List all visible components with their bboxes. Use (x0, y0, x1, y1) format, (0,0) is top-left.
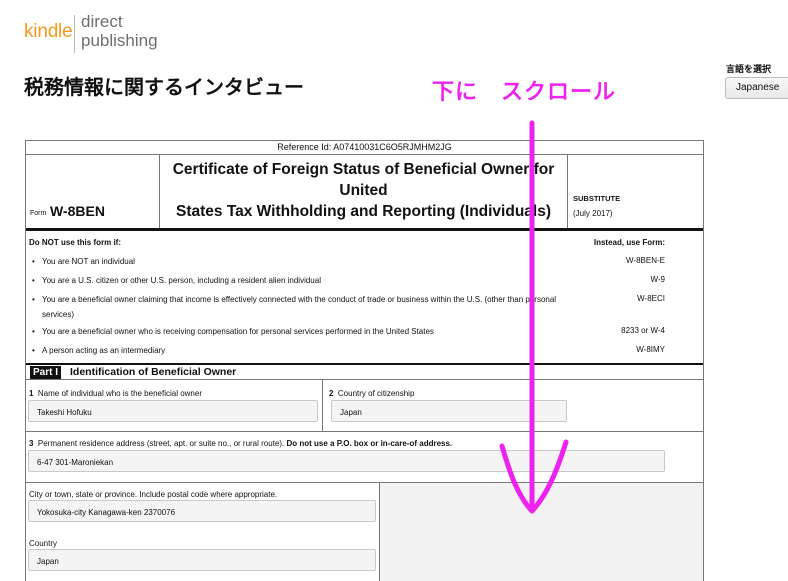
citizenship-input[interactable]: Japan (331, 400, 567, 422)
field-label-bold: Do not use a P.O. box or in-care-of addr… (286, 439, 453, 448)
logo-direct-text: direct (81, 12, 123, 31)
citizenship-cell: 2 Country of citizenship Japan (323, 380, 703, 432)
bullet-text: You are a beneficial owner who is receiv… (42, 327, 434, 336)
field-label-text: Permanent residence address (street, apt… (37, 439, 285, 448)
field-number: 1 (29, 389, 34, 398)
name-cell: 1 Name of individual who is the benefici… (26, 380, 323, 432)
part-title: Identification of Beneficial Owner (70, 366, 237, 378)
logo-kindle-text: kindle (24, 21, 73, 42)
page-title: 税務情報に関するインタビュー (24, 75, 304, 99)
bullet-text: You are a U.S. citizen or other U.S. per… (42, 276, 321, 285)
residence-country-label: Country (29, 539, 58, 548)
form-title: Certificate of Foreign Status of Benefic… (160, 155, 568, 228)
form-title-line: United (339, 182, 388, 199)
bullet-dot: • (32, 327, 35, 336)
form-prefix: Form (30, 210, 47, 217)
field-label-text: Country of citizenship (337, 389, 415, 398)
substitute-label: SUBSTITUTE (573, 194, 621, 203)
bullet-dot: • (32, 257, 35, 266)
name-input[interactable]: Takeshi Hofuku (28, 400, 318, 422)
list-item: • You are a U.S. citizen or other U.S. pe… (30, 273, 570, 288)
bullet-text: A person acting as an intermediary (42, 346, 166, 355)
bullet-text: You are a beneficial owner claiming that… (42, 295, 557, 319)
kdp-logo[interactable]: kindle direct publishing (24, 12, 174, 55)
alt-form: W-9 (650, 275, 665, 284)
empty-cell (380, 483, 703, 581)
address-cell: 3 Permanent residence address (street, a… (26, 432, 703, 483)
name-field-label: 1 Name of individual who is the benefici… (29, 389, 202, 398)
field-label-text: Name of individual who is the beneficial… (37, 389, 202, 398)
form-id-cell: Form W-8BEN (26, 155, 160, 228)
form-name: W-8BEN (50, 203, 105, 219)
part-badge: Part I (30, 366, 62, 379)
alt-form: W-8ECI (637, 294, 665, 303)
bullet-text: You are NOT an individual (42, 257, 135, 266)
form-title-line: Certificate of Foreign Status of Benefic… (172, 161, 555, 178)
logo-publishing-text: publishing (81, 31, 158, 50)
citizenship-field-label: 2 Country of citizenship (329, 389, 414, 398)
city-field-label: City or town, state or province. Include… (29, 490, 278, 499)
do-not-use-heading: Do NOT use this form if: (29, 238, 121, 247)
scroll-down-annotation: 下に スクロール (432, 80, 617, 105)
form-date: (July 2017) (573, 209, 613, 218)
form-title-line: States Tax Withholding and Reporting (In… (175, 203, 552, 220)
address-field-label: 3 Permanent residence address (street, a… (29, 439, 452, 448)
instead-use-heading: Instead, use Form: (593, 238, 665, 247)
w8ben-form: Reference Id: A07410031C6O5RJMHM2JG Form… (25, 140, 704, 581)
residence-country-input[interactable]: Japan (28, 549, 376, 571)
part-1-header: Part I Identification of Beneficial Owne… (26, 363, 703, 380)
bullet-dot: • (32, 295, 35, 304)
list-item: • A person acting as an intermediary (30, 343, 570, 358)
address-input[interactable]: 6-47 301-Maroniekan (28, 450, 665, 472)
alt-form: W-8IMY (636, 345, 665, 354)
reference-id: Reference Id: A07410031C6O5RJMHM2JG (26, 141, 703, 155)
list-item: • You are a beneficial owner claiming tha… (30, 292, 570, 322)
list-item: • You are a beneficial owner who is recei… (30, 324, 570, 339)
field-number: 2 (329, 389, 334, 398)
city-input[interactable]: Yokosuka-city Kanagawa-ken 2370076 (28, 500, 376, 522)
city-cell: City or town, state or province. Include… (26, 483, 380, 581)
logo-divider (74, 15, 75, 53)
language-label: 言語を選択 (726, 65, 772, 75)
field-number: 3 (29, 439, 34, 448)
bullet-dot: • (32, 276, 35, 285)
list-item: • You are NOT an individual (30, 254, 570, 269)
language-select[interactable]: Japanese (725, 77, 788, 99)
bullet-dot: • (32, 346, 35, 355)
header-divider (26, 228, 703, 231)
alt-form: W-8BEN-E (626, 256, 665, 265)
form-version-cell: SUBSTITUTE (July 2017) (568, 155, 703, 228)
alt-form: 8233 or W-4 (621, 326, 665, 335)
